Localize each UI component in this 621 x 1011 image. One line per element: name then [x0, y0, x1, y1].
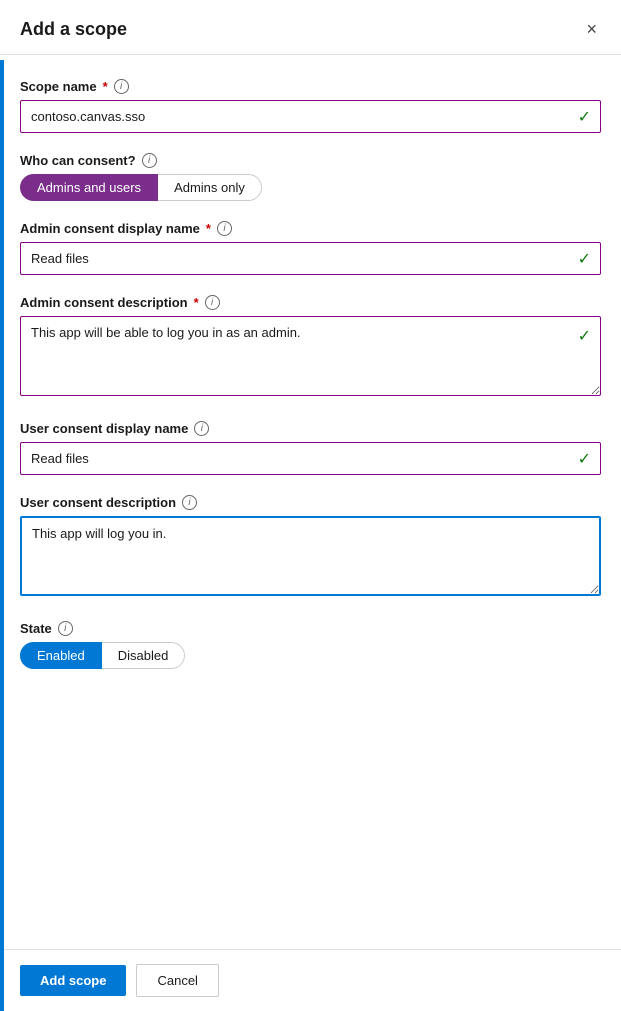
scope-name-check-icon: ✓ — [578, 107, 591, 127]
admins-and-users-button[interactable]: Admins and users — [20, 174, 158, 201]
user-consent-description-group: User consent description i — [20, 495, 601, 601]
admin-consent-description-textarea[interactable] — [20, 316, 601, 396]
dialog-footer: Add scope Cancel — [0, 949, 621, 1011]
add-scope-button[interactable]: Add scope — [20, 965, 126, 996]
admin-consent-description-info-icon[interactable]: i — [205, 295, 220, 310]
user-consent-display-name-input[interactable] — [20, 442, 601, 475]
admin-consent-description-label: Admin consent description * i — [20, 295, 601, 310]
user-consent-description-info-icon[interactable]: i — [182, 495, 197, 510]
state-label: State i — [20, 621, 601, 636]
admin-consent-display-name-check-icon: ✓ — [578, 249, 591, 269]
left-accent-bar — [0, 60, 4, 1011]
user-consent-display-name-group: User consent display name i ✓ — [20, 421, 601, 475]
disabled-button[interactable]: Disabled — [102, 642, 186, 669]
admin-consent-display-name-label: Admin consent display name * i — [20, 221, 601, 236]
admin-consent-description-check-icon: ✓ — [578, 326, 591, 346]
user-consent-display-name-check-icon: ✓ — [578, 449, 591, 469]
admin-consent-description-group: Admin consent description * i ✓ — [20, 295, 601, 401]
who-can-consent-toggle: Admins and users Admins only — [20, 174, 601, 201]
required-star-2: * — [206, 221, 211, 236]
close-button[interactable]: × — [582, 16, 601, 42]
scope-name-input-wrapper: ✓ — [20, 100, 601, 133]
user-consent-display-name-input-wrapper: ✓ — [20, 442, 601, 475]
scope-name-label: Scope name * i — [20, 79, 601, 94]
scope-name-info-icon[interactable]: i — [114, 79, 129, 94]
user-consent-display-name-info-icon[interactable]: i — [194, 421, 209, 436]
user-consent-description-textarea-wrapper — [20, 516, 601, 601]
who-can-consent-group: Who can consent? i Admins and users Admi… — [20, 153, 601, 201]
state-info-icon[interactable]: i — [58, 621, 73, 636]
who-can-consent-info-icon[interactable]: i — [142, 153, 157, 168]
dialog-header: Add a scope × — [0, 0, 621, 55]
state-toggle: Enabled Disabled — [20, 642, 601, 669]
dialog-body: Scope name * i ✓ Who can consent? i Admi… — [0, 55, 621, 949]
cancel-button[interactable]: Cancel — [136, 964, 218, 997]
state-group: State i Enabled Disabled — [20, 621, 601, 669]
scope-name-group: Scope name * i ✓ — [20, 79, 601, 133]
user-consent-description-label: User consent description i — [20, 495, 601, 510]
admins-only-button[interactable]: Admins only — [158, 174, 262, 201]
admin-consent-display-name-group: Admin consent display name * i ✓ — [20, 221, 601, 275]
admin-consent-display-name-info-icon[interactable]: i — [217, 221, 232, 236]
scope-name-input[interactable] — [20, 100, 601, 133]
dialog-title: Add a scope — [20, 19, 127, 40]
enabled-button[interactable]: Enabled — [20, 642, 102, 669]
add-scope-dialog: Add a scope × Scope name * i ✓ Who can c… — [0, 0, 621, 1011]
admin-consent-display-name-input[interactable] — [20, 242, 601, 275]
required-star-3: * — [194, 295, 199, 310]
user-consent-description-textarea[interactable] — [20, 516, 601, 596]
admin-consent-description-textarea-wrapper: ✓ — [20, 316, 601, 401]
user-consent-display-name-label: User consent display name i — [20, 421, 601, 436]
required-star: * — [103, 79, 108, 94]
admin-consent-display-name-input-wrapper: ✓ — [20, 242, 601, 275]
who-can-consent-label: Who can consent? i — [20, 153, 601, 168]
